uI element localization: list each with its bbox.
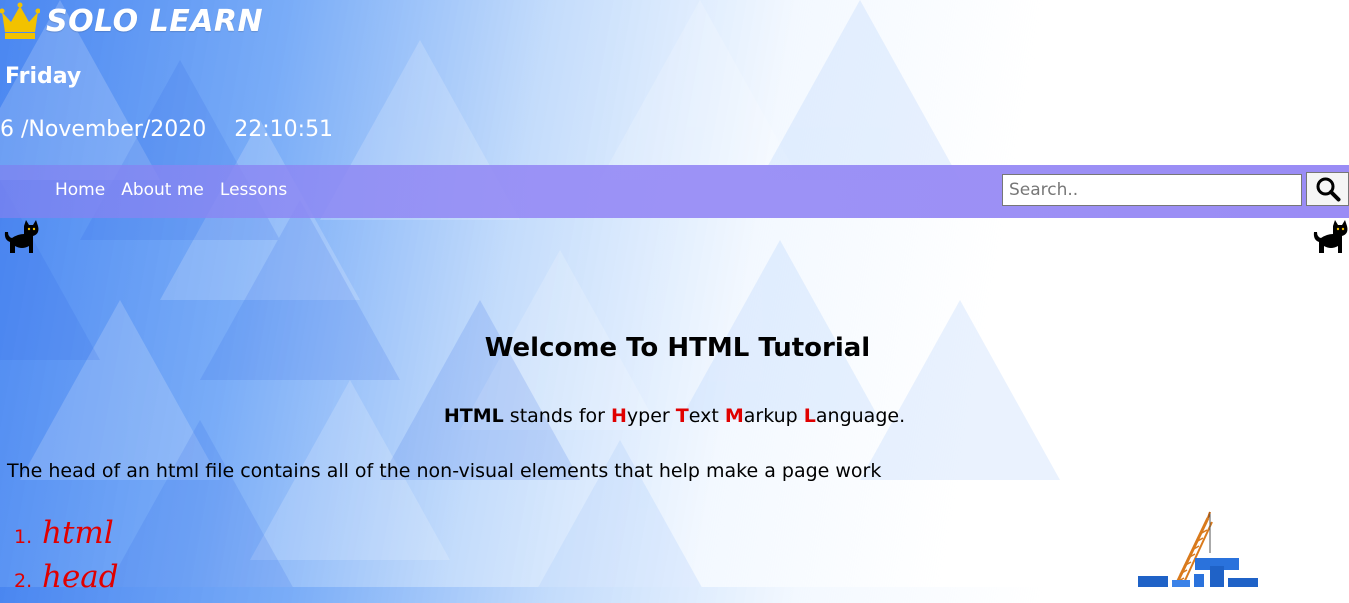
html-acronym: HTML stands for Hyper Text Markup Langua… [0, 405, 1349, 427]
html-tag-list: 1. html 2. head [14, 515, 119, 603]
search-icon [1316, 177, 1340, 202]
search-button[interactable] [1306, 172, 1349, 206]
list-item-number: 1. [14, 526, 33, 548]
nav-link-about-me[interactable]: About me [121, 180, 204, 200]
list-item: 1. html [14, 515, 119, 559]
nav-links: Home About me Lessons [55, 180, 287, 200]
day-label: Friday [5, 64, 82, 89]
acronym-rest: anguage. [815, 405, 906, 427]
acronym-letter: M [724, 405, 744, 427]
acronym-stands-for: stands for [503, 405, 612, 427]
crown-icon [0, 2, 40, 39]
cat-icon [4, 220, 39, 253]
search-input[interactable] [1002, 174, 1302, 206]
time-label: 22:10:51 [234, 117, 334, 142]
date-label: 6 /November/2020 [0, 117, 207, 142]
acronym-letter: H [611, 405, 627, 427]
cat-icon [1313, 220, 1348, 253]
list-item-tag: html [42, 515, 114, 551]
brand-title: SOLO LEARN [46, 3, 264, 39]
navbar: Home About me Lessons [0, 165, 1349, 218]
acronym-rest: arkup [743, 405, 804, 427]
construction-crane-image [1138, 511, 1258, 587]
page-heading-text: Welcome To HTML Tutorial [484, 333, 871, 363]
nav-link-home[interactable]: Home [55, 180, 105, 200]
acronym-letter: T [675, 405, 689, 427]
acronym-letter: L [803, 405, 816, 427]
acronym-rest: ext [688, 405, 725, 427]
list-item: 2. head [14, 559, 119, 603]
list-item-number: 2. [14, 570, 33, 592]
background-pattern [0, 0, 1060, 587]
acronym-rest: yper [626, 405, 676, 427]
head-description: The head of an html file contains all of… [7, 460, 882, 482]
date-time: 6 /November/2020 22:10:51 [0, 117, 333, 142]
nav-link-lessons[interactable]: Lessons [220, 180, 287, 200]
page-heading: Welcome To HTML Tutorial [0, 333, 1349, 363]
list-item-tag: head [42, 559, 119, 595]
acronym-abbr: HTML [443, 405, 504, 427]
brand[interactable]: SOLO LEARN [0, 2, 263, 40]
